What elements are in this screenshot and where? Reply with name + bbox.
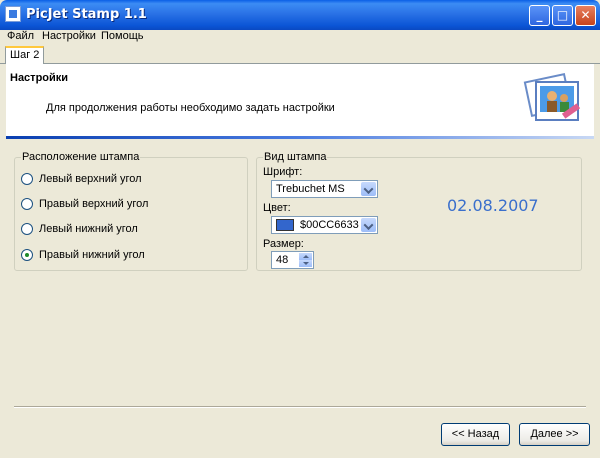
next-button[interactable]: Далее >>: [519, 423, 590, 446]
radio-button[interactable]: [21, 198, 33, 210]
radio-label: Левый верхний угол: [39, 173, 142, 185]
close-button[interactable]: ✕: [575, 5, 596, 26]
menu-settings[interactable]: Настройки: [42, 30, 96, 42]
color-select[interactable]: $00CC6633: [271, 216, 378, 234]
size-stepper[interactable]: 48: [271, 251, 314, 269]
color-swatch: [276, 219, 294, 231]
title-bar[interactable]: PicJet Stamp 1.1 _ □ ✕: [0, 0, 600, 30]
back-button[interactable]: << Назад: [441, 423, 510, 446]
color-select-value: $00CC6633: [300, 219, 359, 231]
menu-help[interactable]: Помощь: [101, 30, 144, 42]
radio-label: Левый нижний угол: [39, 223, 138, 235]
spin-down-icon[interactable]: [299, 260, 312, 267]
radio-label: Правый нижний угол: [39, 249, 145, 261]
size-label: Размер:: [263, 238, 304, 250]
page-subtitle: Для продолжения работы необходимо задать…: [46, 102, 335, 114]
app-icon[interactable]: [5, 6, 21, 22]
radio-top-right[interactable]: Правый верхний угол: [21, 197, 148, 211]
stamp-preview: 02.08.2007: [447, 196, 539, 215]
maximize-button[interactable]: □: [552, 5, 573, 26]
photos-icon: [523, 73, 581, 121]
chevron-down-icon[interactable]: [361, 218, 376, 232]
color-label: Цвет:: [263, 202, 291, 214]
radio-bottom-right[interactable]: Правый нижний угол: [21, 248, 145, 262]
radio-top-left[interactable]: Левый верхний угол: [21, 172, 142, 186]
stamp-position-label: Расположение штампа: [21, 151, 141, 163]
stamp-position-group: Расположение штампа Левый верхний угол П…: [14, 151, 248, 271]
window-title: PicJet Stamp 1.1: [26, 7, 147, 22]
tab-strip: Шаг 2: [0, 44, 600, 64]
radio-button[interactable]: [21, 173, 33, 185]
stamp-view-label: Вид штампа: [263, 151, 328, 163]
radio-button[interactable]: [21, 223, 33, 235]
chevron-down-icon[interactable]: [361, 182, 376, 196]
spin-up-icon[interactable]: [299, 253, 312, 260]
font-select[interactable]: Trebuchet MS: [271, 180, 378, 198]
radio-button[interactable]: [21, 249, 33, 261]
menu-file[interactable]: Файл: [7, 30, 34, 42]
menu-bar: Файл Настройки Помощь: [0, 30, 600, 44]
page-title: Настройки: [10, 72, 69, 84]
header-divider: [6, 136, 594, 139]
footer-divider: [14, 406, 586, 408]
wizard-header: Настройки Для продолжения работы необход…: [6, 64, 594, 137]
radio-label: Правый верхний угол: [39, 198, 149, 210]
minimize-button[interactable]: _: [529, 5, 550, 26]
size-value: 48: [276, 254, 289, 266]
font-label: Шрифт:: [263, 166, 303, 178]
radio-bottom-left[interactable]: Левый нижний угол: [21, 222, 138, 236]
font-select-value: Trebuchet MS: [276, 183, 345, 195]
tab-step-2[interactable]: Шаг 2: [5, 46, 45, 64]
